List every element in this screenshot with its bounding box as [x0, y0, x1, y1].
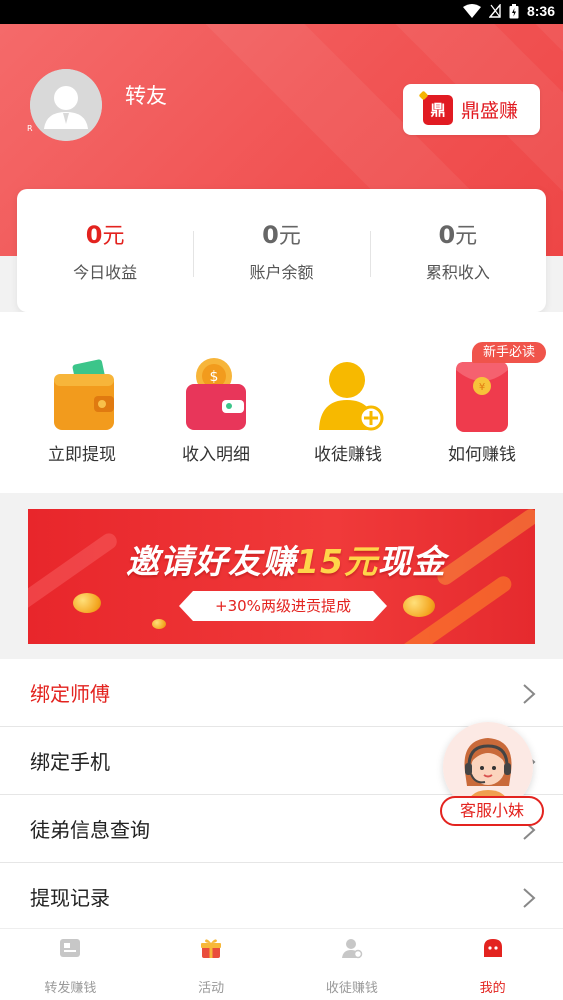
red-envelope-icon: ¥	[456, 362, 508, 432]
signal-icon	[488, 4, 501, 18]
menu-withdraw-records[interactable]: 提现记录	[0, 863, 563, 931]
tab-mine[interactable]: 我的	[422, 929, 563, 1000]
battery-icon	[509, 3, 519, 18]
quick-label: 立即提现	[48, 445, 116, 465]
brand-button-label: 鼎盛赚	[461, 100, 519, 122]
menu-label: 徒弟信息查询	[30, 818, 150, 842]
quick-label: 如何赚钱	[448, 445, 516, 465]
tab-label: 活动	[198, 981, 225, 996]
svg-text:$: $	[210, 369, 219, 385]
status-time: 8:36	[526, 3, 555, 19]
banner-title: 邀请好友赚15元现金	[126, 542, 446, 581]
earnings-value: 0元	[85, 221, 125, 249]
add-user-icon	[319, 362, 384, 431]
tab-recruit[interactable]: 收徒赚钱	[282, 929, 423, 1000]
earnings-today[interactable]: 0元 今日收益	[17, 189, 193, 312]
bottom-tab-bar: 转发赚钱 活动 收徒赚钱 我的	[0, 928, 563, 1000]
chevron-right-icon	[523, 888, 536, 908]
tab-label: 转发赚钱	[44, 981, 97, 996]
quick-label: 收入明细	[182, 445, 250, 465]
default-avatar-icon	[30, 69, 102, 141]
menu-label: 绑定师傅	[30, 682, 110, 706]
quick-how-to-earn[interactable]: ¥ 如何赚钱	[412, 312, 552, 493]
status-bar: 8:36	[0, 0, 563, 24]
brand-app-button[interactable]: 鼎 鼎盛赚	[403, 84, 540, 135]
user-icon	[341, 939, 363, 959]
beginner-badge: 新手必读	[472, 342, 546, 363]
menu-label: 绑定手机	[30, 750, 110, 774]
earnings-label: 今日收益	[73, 263, 138, 282]
earnings-balance[interactable]: 0元 账户余额	[193, 189, 369, 312]
tab-label: 收徒赚钱	[325, 981, 378, 996]
coin-decoration	[73, 593, 101, 613]
earnings-value: 0元	[438, 221, 478, 249]
avatar[interactable]	[30, 69, 102, 141]
article-icon	[60, 939, 81, 957]
quick-withdraw[interactable]: 立即提现	[12, 312, 152, 493]
tab-activity[interactable]: 活动	[141, 929, 282, 1000]
menu-bind-master[interactable]: 绑定师傅	[0, 659, 563, 727]
invite-banner[interactable]: 邀请好友赚15元现金 +30%两级进贡提成	[28, 509, 535, 644]
customer-service-button[interactable]: 客服小妹	[438, 722, 548, 830]
banner-subtitle: +30%两级进贡提成	[179, 591, 387, 621]
gift-icon	[201, 939, 222, 958]
wifi-icon	[462, 4, 481, 18]
coin-purse-icon: $	[186, 358, 246, 430]
svg-text:¥: ¥	[479, 382, 485, 393]
coin-decoration	[403, 595, 435, 617]
earnings-label: 累积收入	[425, 263, 490, 282]
earnings-card: 0元 今日收益 0元 账户余额 0元 累积收入	[17, 189, 546, 312]
earnings-total[interactable]: 0元 累积收入	[369, 189, 546, 312]
tab-label: 我的	[479, 981, 506, 996]
brand-logo-icon: 鼎	[423, 94, 453, 125]
customer-service-label: 客服小妹	[440, 796, 544, 826]
earnings-value: 0元	[262, 221, 301, 249]
wallet-icon	[54, 359, 114, 430]
tab-share-earn[interactable]: 转发赚钱	[0, 929, 141, 1000]
menu-label: 提现记录	[30, 886, 110, 910]
avatar-badge: R	[27, 124, 33, 133]
quick-recruit[interactable]: 收徒赚钱	[278, 312, 418, 493]
coin-decoration	[152, 619, 166, 629]
username: 转友	[125, 84, 167, 108]
quick-label: 收徒赚钱	[314, 445, 382, 465]
quick-actions: 立即提现 $ 收入明细 收徒赚钱 ¥ 如何赚钱	[0, 312, 563, 493]
chevron-right-icon	[523, 684, 536, 704]
quick-income-detail[interactable]: $ 收入明细	[146, 312, 286, 493]
earnings-label: 账户余额	[249, 263, 314, 282]
mine-icon	[483, 939, 502, 957]
